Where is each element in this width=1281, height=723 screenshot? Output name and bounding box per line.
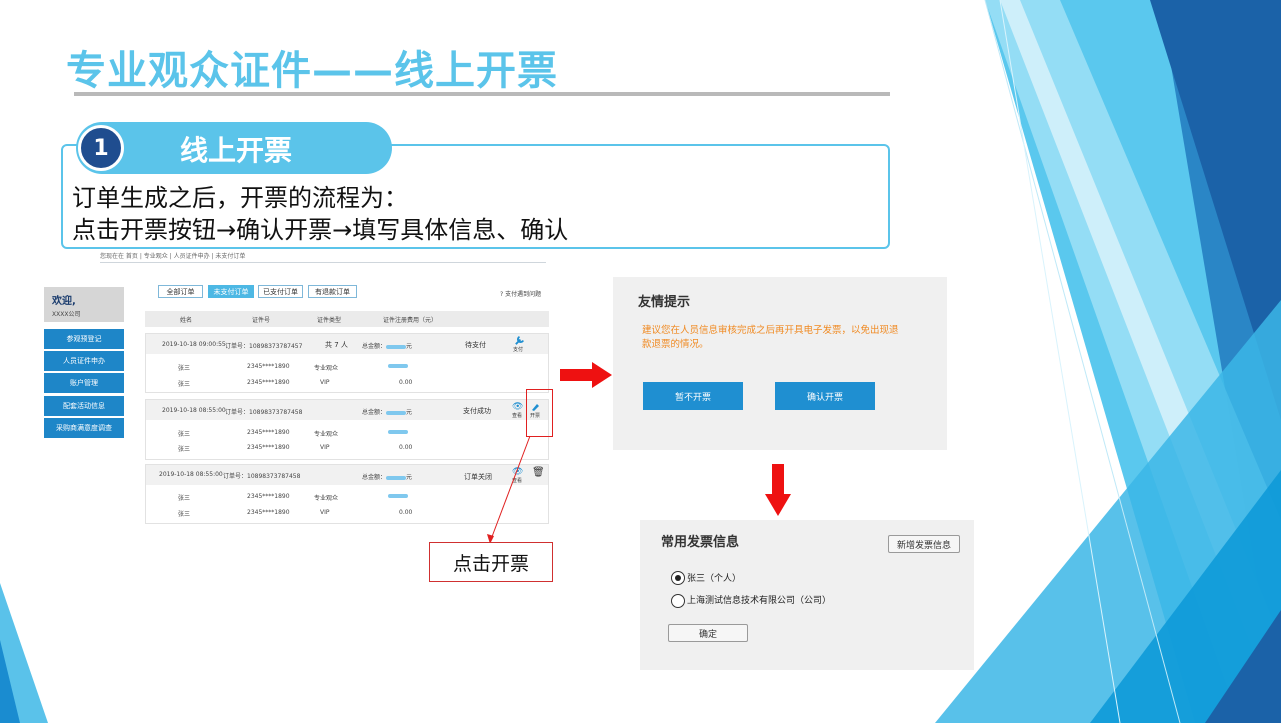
callout-pointer xyxy=(487,435,531,544)
column-header: 证件号 xyxy=(252,317,271,324)
row-fee: 0.00 xyxy=(399,509,413,516)
row-name: 张三 xyxy=(178,431,191,438)
order-total: 总金额：元 xyxy=(362,474,413,481)
step-text-line-2: 点击开票按钮→确认开票→填写具体信息、确认 xyxy=(72,216,569,244)
radio-personal-label: 张三（个人） xyxy=(687,574,742,584)
masked-fee xyxy=(388,430,408,434)
row-name: 张三 xyxy=(178,365,191,372)
order-header: 2019-10-18 09:00:55 订单号：10898373787457 共… xyxy=(146,334,548,354)
breadcrumb: 您现在在 首页 | 专业观众 | 人员证件申办 | 未支付订单 xyxy=(100,253,246,260)
defer-invoice-button[interactable]: 暂不开票 xyxy=(643,382,743,410)
column-header: 姓名 xyxy=(180,317,193,324)
row-name: 张三 xyxy=(178,381,191,388)
row-fee: 0.00 xyxy=(399,444,413,451)
confirm-button[interactable]: 确定 xyxy=(668,624,748,642)
order-number: 订单号：10898373787458 xyxy=(225,409,303,416)
click-invoice-callout: 点击开票 xyxy=(429,542,553,582)
breadcrumb-divider xyxy=(100,262,546,263)
welcome-panel: 欢迎, XXXX公司 xyxy=(44,287,124,322)
row-fee: 0.00 xyxy=(399,379,413,386)
confirm-invoice-button[interactable]: 确认开票 xyxy=(775,382,875,410)
row-id: 2345****1890 xyxy=(247,444,290,451)
pay-button[interactable]: 支付 xyxy=(513,335,525,353)
radio-company[interactable] xyxy=(671,594,685,608)
tab-all-orders[interactable]: 全部订单 xyxy=(158,285,203,298)
arrow-right-icon xyxy=(560,362,612,388)
order-header: 2019-10-18 08:55:00 订单号：10898373787458 总… xyxy=(146,400,548,420)
step-heading: 线上开票 xyxy=(180,134,293,167)
column-header: 证件注册费用（元） xyxy=(383,317,438,324)
tab-unpaid-orders[interactable]: 未支付订单 xyxy=(208,285,254,298)
masked-amount xyxy=(386,475,407,480)
order-total: 总金额：元 xyxy=(362,409,413,416)
order-card: 2019-10-18 09:00:55 订单号：10898373787457 共… xyxy=(145,333,549,393)
order-date: 2019-10-18 09:00:55 xyxy=(162,341,226,348)
company-name: XXXX公司 xyxy=(52,311,81,318)
sidebar-item-survey[interactable]: 采购商满意度调查 xyxy=(44,418,124,438)
row-type: 专业观众 xyxy=(314,431,339,438)
tab-paid-orders[interactable]: 已支付订单 xyxy=(258,285,303,298)
orders-table-header: 姓名 证件号 证件类型 证件注册费用（元） xyxy=(145,311,549,327)
row-type: VIP xyxy=(320,444,330,451)
row-type: VIP xyxy=(320,379,330,386)
masked-fee xyxy=(388,494,408,498)
row-id: 2345****1890 xyxy=(247,509,290,516)
wrench-icon xyxy=(515,336,524,345)
step-number-badge: 1 xyxy=(78,125,124,171)
add-invoice-info-button[interactable]: 新增发票信息 xyxy=(888,535,960,553)
radio-company-label: 上海测试信息技术有限公司（公司） xyxy=(687,596,832,606)
order-number: 订单号：10898373787457 xyxy=(225,343,303,350)
row-type: VIP xyxy=(320,509,330,516)
notice-dialog-title: 友情提示 xyxy=(638,295,691,310)
view-label: 查看 xyxy=(512,413,523,419)
row-name: 张三 xyxy=(178,511,191,518)
masked-amount xyxy=(386,344,407,349)
sidebar-item-badge-application[interactable]: 人员证件申办 xyxy=(44,351,124,371)
masked-fee xyxy=(388,364,408,368)
radio-personal[interactable] xyxy=(671,571,685,585)
sidebar-item-events[interactable]: 配套活动信息 xyxy=(44,396,124,416)
row-type: 专业观众 xyxy=(314,365,339,372)
row-id: 2345****1890 xyxy=(247,493,290,500)
masked-amount xyxy=(386,410,407,415)
order-status: 待支付 xyxy=(465,341,486,349)
row-name: 张三 xyxy=(178,495,191,502)
order-status: 支付成功 xyxy=(463,407,491,415)
row-id: 2345****1890 xyxy=(247,429,290,436)
row-id: 2345****1890 xyxy=(247,363,290,370)
column-header: 证件类型 xyxy=(317,317,342,324)
payment-help-link[interactable]: ? 支付遇到问题 xyxy=(500,289,541,298)
order-total: 总金额：元 xyxy=(362,343,413,350)
tab-refund-orders[interactable]: 有退款订单 xyxy=(308,285,357,298)
order-person-count: 共 7 人 xyxy=(325,341,348,349)
row-id: 2345****1890 xyxy=(247,379,290,386)
row-name: 张三 xyxy=(178,446,191,453)
slide-title: 专业观众证件——线上开票 xyxy=(66,48,558,94)
sidebar-item-preregistration[interactable]: 参观预登记 xyxy=(44,329,124,349)
pay-label: 支付 xyxy=(513,347,524,353)
row-type: 专业观众 xyxy=(314,495,339,502)
order-date: 2019-10-18 08:55:00 xyxy=(162,407,226,414)
arrow-down-icon xyxy=(765,464,791,516)
invoice-info-title: 常用发票信息 xyxy=(661,535,740,550)
order-number: 订单号：10898373787458 xyxy=(223,473,301,480)
eye-icon: 👁 xyxy=(512,402,524,412)
sidebar-item-account[interactable]: 账户管理 xyxy=(44,373,124,393)
step-text-line-1: 订单生成之后，开票的流程为： xyxy=(72,184,408,212)
welcome-text: 欢迎, xyxy=(52,296,76,307)
title-underline xyxy=(74,92,890,96)
order-date: 2019-10-18 08:55:00 xyxy=(159,471,223,478)
notice-message: 建议您在人员信息审核完成之后再开具电子发票，以免出现退款退票的情况。 xyxy=(642,325,899,350)
view-button[interactable]: 👁 查看 xyxy=(512,402,524,420)
